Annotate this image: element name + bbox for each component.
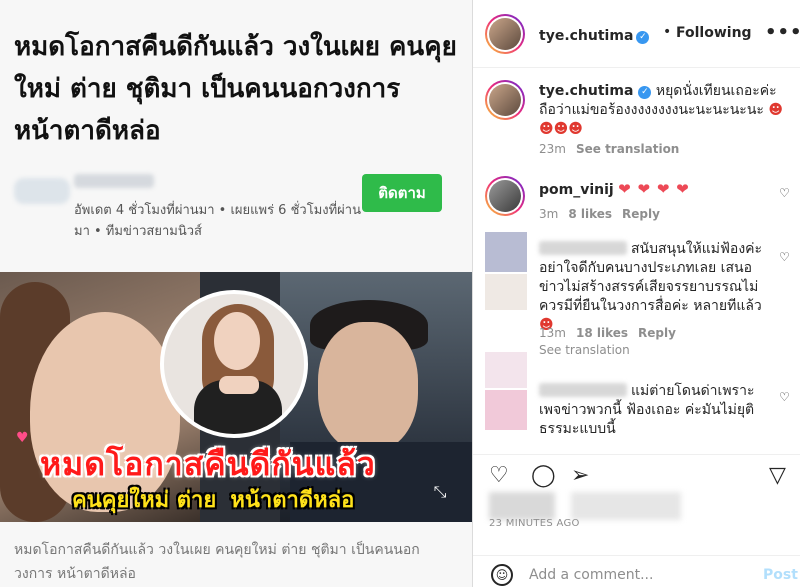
comment-like-icon[interactable]: ♡ [779,390,790,404]
caption-meta: 23m See translation [539,142,679,156]
comment-username[interactable]: pom_vinij [539,182,614,198]
more-options-icon[interactable]: ••• [765,22,800,43]
post-time-ago: 23 MINUTES AGO [489,518,580,529]
comment-avatar-blurred [485,352,527,388]
likes-count-blurred [489,492,555,520]
caption-username[interactable]: tye.chutima [539,83,633,99]
expand-icon[interactable]: ⤡ [430,482,450,502]
author-logo-blurred [14,178,70,204]
hero-subtitle-1: คนคุยใหม่ ต่าย [72,488,217,513]
follow-button[interactable]: ติดตาม [362,174,442,212]
share-icon[interactable]: ➢ [571,463,589,488]
emoji-icon[interactable]: ☺ [491,564,513,586]
header-separator: • [663,24,672,40]
heart-sticker-icon: ♥ [16,430,29,446]
comment-text-block: สนับสนุนให้แม่ฟ้องค่ะ อย่าใจดีกับคนบางปร… [539,240,769,335]
inset-face [214,312,260,370]
comment-input[interactable] [529,564,749,586]
comment-avatar[interactable] [485,176,525,216]
verified-badge-icon: ✓ [638,86,652,99]
likes-text-blurred [571,492,681,520]
comment-like-icon[interactable]: ♡ [779,250,790,264]
caption-time: 23m [539,142,566,156]
header-username[interactable]: tye.chutima [539,28,633,44]
article-byline: ติดตาม อัพเดต 4 ชั่วโมงที่ผ่านมา • เผยแพ… [14,172,464,242]
article-hero-image[interactable]: ♥ หมดโอกาสคืนดีกันแล้ว คนคุยใหม่ ต่าย หน้… [0,272,472,522]
caption-text-block: tye.chutima ✓ หยุดนั่งเทียนเถอะค่ะ ถือว่า… [539,82,789,139]
add-comment-bar: ☺ Post [473,555,800,587]
following-button[interactable]: Following [676,25,752,41]
news-article: หมดโอกาสคืนดีกันแล้ว วงในเผย คนคุยใหม่ ต… [0,0,472,587]
verified-badge-icon: ✓ [636,31,650,44]
comment-likes[interactable]: 8 likes [568,207,612,221]
caption-see-translation[interactable]: See translation [576,142,679,156]
comment-meta: 13m 18 likes Reply [539,326,676,340]
comment-meta: 3m 8 likes Reply [539,207,660,221]
comment-avatar-blurred-lower [485,274,527,310]
header-avatar[interactable] [485,14,525,54]
hero-subtitle-2: หน้าตาดีหล่อ [230,488,355,513]
post-action-bar: ♡ ◯ ➢ ▽ [473,454,800,494]
comment-avatar-blurred [485,232,527,272]
comment-time: 3m [539,207,559,221]
caption-avatar[interactable] [485,80,525,120]
inset-hands [219,376,259,394]
comment-text-block: แม่ต่ายโดนด่าเพราะเพจข่าวพวกนี้ ฟ้องเถอะ… [539,382,769,439]
comment-like-icon[interactable]: ♡ [779,186,790,200]
comment-avatar-blurred-lower [485,390,527,430]
hero-man-face [318,322,418,452]
comment-see-translation[interactable]: See translation [539,343,630,357]
blurred-username [539,383,627,397]
save-icon[interactable]: ▽ [769,463,786,488]
comment-reply[interactable]: Reply [622,207,660,221]
header-username-row: tye.chutima ✓ [539,25,650,44]
hero-subtitle: คนคุยใหม่ ต่าย หน้าตาดีหล่อ [72,482,368,517]
post-comment-button[interactable]: Post [763,567,798,583]
author-name-blurred [74,174,154,188]
comment-reply[interactable]: Reply [638,326,676,340]
hero-inset-portrait [160,290,308,438]
instagram-post-panel: tye.chutima ✓ • Following ••• tye.chutima… [472,0,800,587]
comment-likes[interactable]: 18 likes [576,326,628,340]
blurred-username [539,241,627,255]
comment-body: ❤ ❤ ❤ ❤ [618,180,690,198]
article-meta: อัพเดต 4 ชั่วโมงที่ผ่านมา • เผยแพร่ 6 ชั… [74,203,361,239]
post-header: tye.chutima ✓ • Following ••• [473,0,800,68]
comment-icon[interactable]: ◯ [531,463,556,488]
comment-text-block: pom_vinij ❤ ❤ ❤ ❤ [539,180,769,200]
like-icon[interactable]: ♡ [489,463,509,488]
image-caption: หมดโอกาสคืนดีกันแล้ว วงในเผย คนคุยใหม่ ต… [14,542,420,582]
article-headline: หมดโอกาสคืนดีกันแล้ว วงในเผย คนคุยใหม่ ต… [14,32,457,146]
comment-time: 13m [539,326,566,340]
